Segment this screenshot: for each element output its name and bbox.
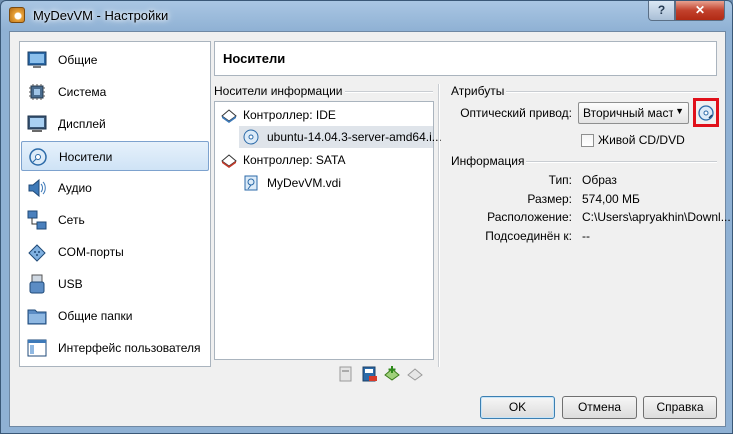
shared-folders-icon <box>27 309 47 325</box>
sidebar-item-network[interactable]: Сеть <box>21 205 209 235</box>
user-interface-icon <box>27 339 47 357</box>
tree-item-hard-disk[interactable]: MyDevVM.vdi <box>239 172 433 194</box>
tree-item-ide-controller[interactable]: Контроллер: IDE <box>215 105 433 125</box>
info-type-label: Тип: <box>548 173 572 187</box>
optical-disc-icon <box>243 129 259 145</box>
sidebar-item-label: Общие папки <box>58 309 133 323</box>
info-type-value: Образ <box>582 173 617 187</box>
storage-icon <box>29 148 47 166</box>
info-size-label: Размер: <box>527 192 572 206</box>
sidebar-item-label: Аудио <box>58 181 92 195</box>
sidebar-item-general[interactable]: Общие <box>21 45 209 75</box>
remove-attachment-icon[interactable] <box>406 365 424 383</box>
virtualbox-app-icon <box>9 7 25 23</box>
tree-item-label: Контроллер: SATA <box>243 153 346 167</box>
cancel-button[interactable]: Отмена <box>562 396 637 419</box>
title-bar[interactable]: MyDevVM - Настройки ? ✕ <box>1 1 732 31</box>
choose-disk-image-icon[interactable] <box>698 105 714 121</box>
sidebar-item-user-interface[interactable]: Интерфейс пользователя <box>21 333 209 363</box>
sidebar-item-label: Интерфейс пользователя <box>58 341 201 355</box>
dialog-body: Общие Система Дисплей Носители Аудио Сет… <box>9 31 731 427</box>
system-icon <box>29 84 45 100</box>
serial-ports-icon <box>28 244 46 262</box>
sidebar-item-label: Носители <box>59 150 113 164</box>
tree-item-label: MyDevVM.vdi <box>267 176 342 190</box>
sidebar-item-serial-ports[interactable]: COM-порты <box>21 237 209 267</box>
info-attached-label: Подсоединён к: <box>485 229 572 243</box>
sidebar-item-usb[interactable]: USB <box>21 269 209 299</box>
info-size-value: 574,00 МБ <box>582 192 640 206</box>
help-title-button[interactable]: ? <box>648 1 675 21</box>
ok-button[interactable]: OK <box>480 396 555 419</box>
help-button[interactable]: Справка <box>643 396 717 419</box>
add-attachment-icon[interactable] <box>383 365 401 383</box>
ide-controller-icon <box>221 109 237 123</box>
remove-controller-icon[interactable] <box>360 365 378 383</box>
section-divider <box>526 161 717 163</box>
sidebar-item-display[interactable]: Дисплей <box>21 109 209 139</box>
sata-controller-icon <box>221 154 237 168</box>
sidebar-item-label: USB <box>58 277 83 291</box>
live-cd-checkbox[interactable] <box>581 134 594 147</box>
window-title: MyDevVM - Настройки <box>33 8 169 23</box>
info-attached-value: -- <box>582 229 590 243</box>
vertical-divider <box>438 84 440 367</box>
chevron-down-icon: ▼ <box>675 106 684 116</box>
sidebar-item-label: Дисплей <box>58 117 106 131</box>
audio-icon <box>28 178 46 198</box>
sidebar-item-label: Сеть <box>58 213 85 227</box>
info-location-value: C:\Users\apryakhin\Downl... <box>582 210 731 224</box>
page-header: Носители <box>214 41 717 76</box>
sidebar-item-label: COM-порты <box>58 245 124 259</box>
info-location-label: Расположение: <box>487 210 572 224</box>
section-divider <box>506 91 717 93</box>
sidebar-item-label: Общие <box>58 53 98 67</box>
tree-item-sata-controller[interactable]: Контроллер: SATA <box>215 150 433 170</box>
display-icon <box>27 115 47 132</box>
sidebar-item-storage[interactable]: Носители <box>21 141 209 171</box>
sidebar-item-shared-folders[interactable]: Общие папки <box>21 301 209 331</box>
sidebar-item-label: Система <box>58 85 107 99</box>
section-divider <box>345 91 433 93</box>
tree-item-label: ubuntu-14.04.3-server-amd64.i... <box>267 130 442 144</box>
network-icon <box>27 210 47 230</box>
storage-section-title: Носители информации <box>214 84 343 98</box>
sidebar-item-system[interactable]: Система <box>21 77 209 107</box>
storage-tree[interactable]: Контроллер: IDE ubuntu-14.04.3-server-am… <box>214 101 442 360</box>
usb-icon <box>29 274 45 294</box>
settings-window: MyDevVM - Настройки ? ✕ Общие Система Ди… <box>0 0 733 434</box>
settings-sidebar: Общие Система Дисплей Носители Аудио Сет… <box>19 41 211 367</box>
live-cd-label[interactable]: Живой CD/DVD <box>598 133 685 147</box>
close-window-button[interactable]: ✕ <box>675 1 725 21</box>
sidebar-item-audio[interactable]: Аудио <box>21 173 209 203</box>
page-title: Носители <box>223 51 286 66</box>
tree-item-optical-image[interactable]: ubuntu-14.04.3-server-amd64.i... <box>239 126 442 148</box>
general-icon <box>27 51 47 68</box>
tree-item-label: Контроллер: IDE <box>243 108 336 122</box>
optical-drive-select[interactable]: Вторичный мастер ▼ <box>578 102 689 124</box>
info-section-title: Информация <box>451 154 525 168</box>
optical-drive-label: Оптический привод: <box>460 106 572 120</box>
attributes-section-title: Атрибуты <box>451 84 505 98</box>
optical-drive-value: Вторичный мастер <box>583 106 673 120</box>
hard-disk-icon <box>244 175 258 191</box>
add-controller-icon[interactable] <box>337 365 355 383</box>
